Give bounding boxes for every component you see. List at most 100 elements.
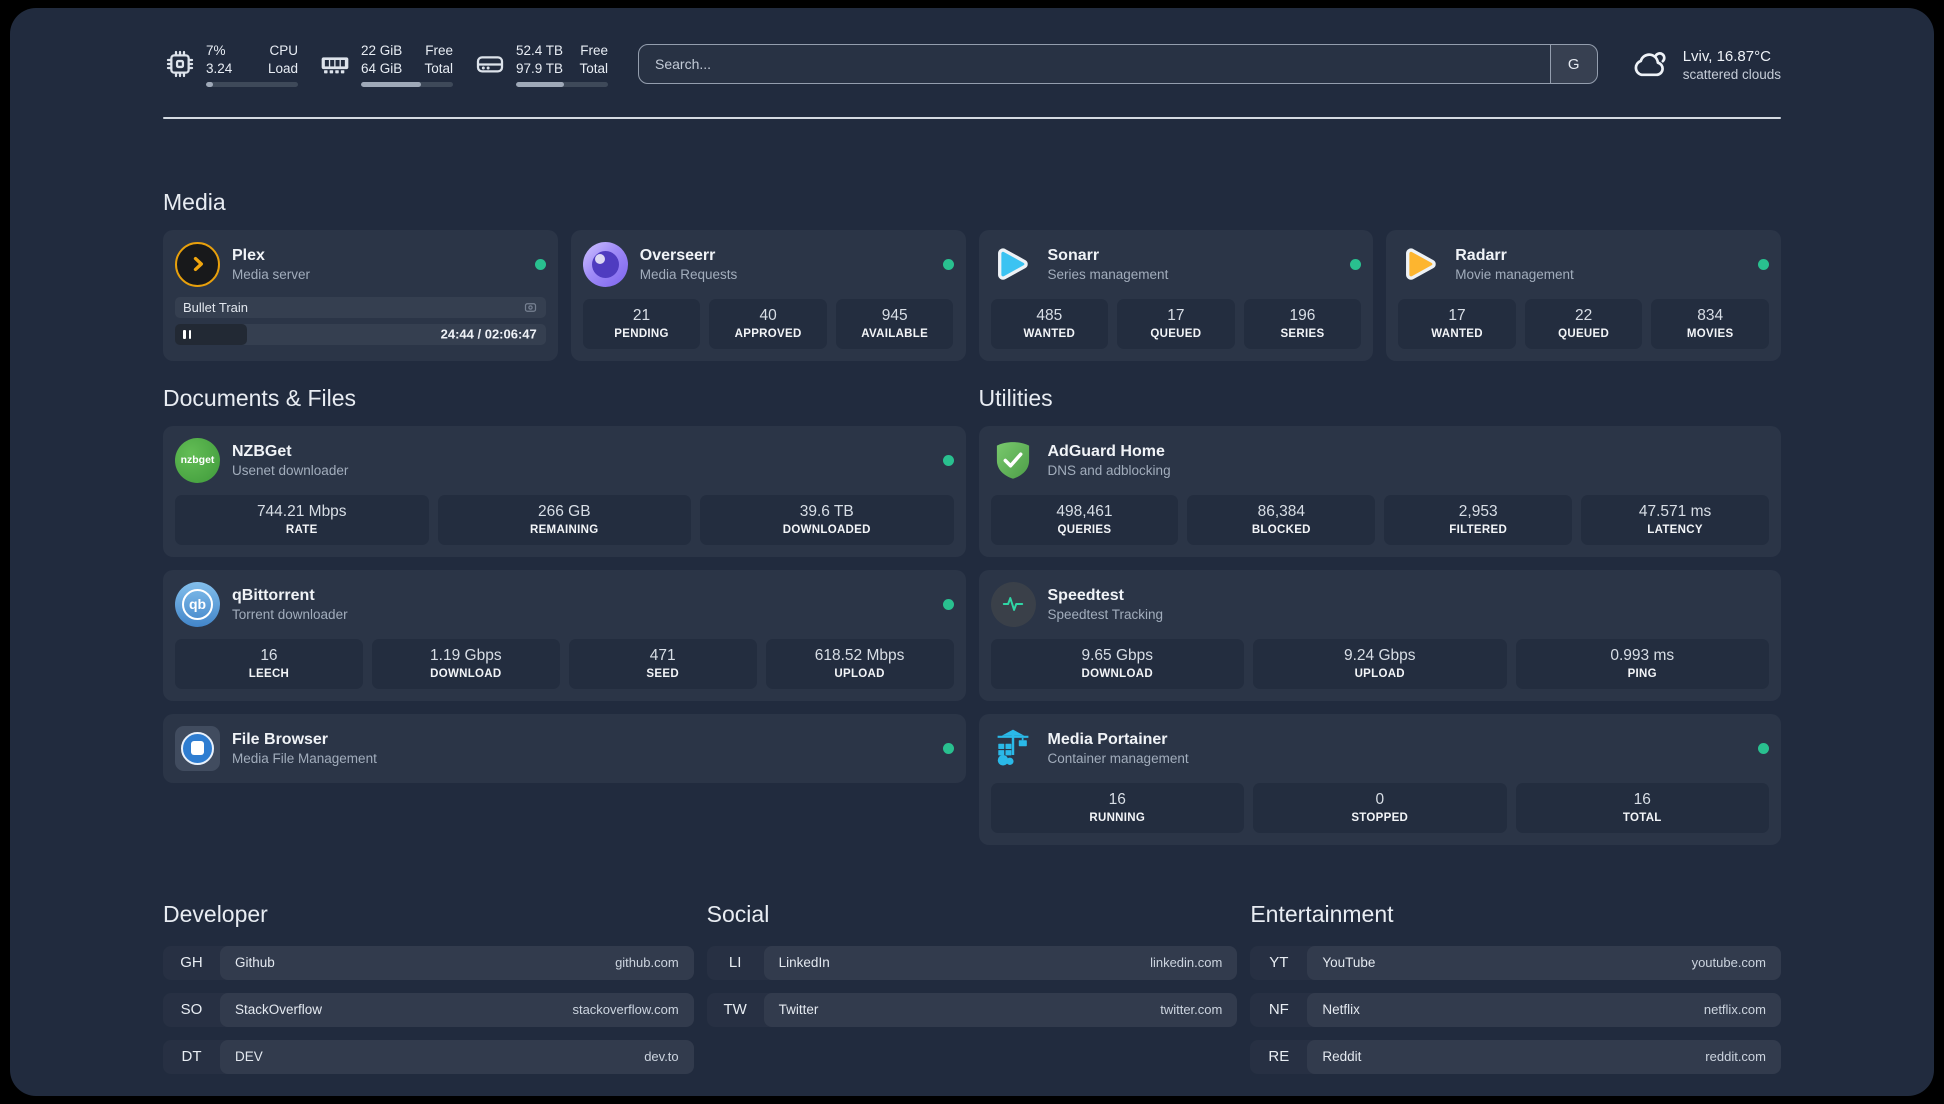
disk-progress-bar — [516, 82, 608, 87]
stat-label: DOWNLOAD — [430, 667, 502, 680]
stat-box: 86,384 BLOCKED — [1187, 494, 1376, 545]
stat-label: LATENCY — [1647, 523, 1703, 536]
qbittorrent-link[interactable]: qb qBittorrent Torrent downloader — [175, 581, 954, 627]
radarr-icon — [1398, 242, 1443, 287]
search-input[interactable] — [639, 45, 1550, 84]
stat-label: FILTERED — [1449, 523, 1508, 536]
card-plex: Plex Media server Bullet Train 24:44 / 0… — [163, 229, 558, 361]
stat-box: 2,953 FILTERED — [1384, 494, 1573, 545]
card-qbittorrent: qb qBittorrent Torrent downloader 16 LEEC… — [163, 569, 966, 701]
stat-value: 39.6 TB — [799, 502, 854, 520]
section-title-entertainment: Entertainment — [1250, 900, 1394, 927]
disk-icon — [473, 47, 507, 81]
stat-label: DOWNLOADED — [782, 523, 871, 536]
plex-link[interactable]: Plex Media server — [175, 241, 546, 287]
stat-value: 47.571 ms — [1638, 502, 1712, 520]
stat-value: 1.19 Gbps — [430, 646, 502, 664]
sonarr-link[interactable]: Sonarr Series management — [991, 242, 1362, 287]
stat-label: AVAILABLE — [861, 327, 929, 340]
bookmark-group-developer: Developer GH Github github.com SO StackOv… — [163, 901, 694, 1074]
stat-box: 17 WANTED — [1398, 298, 1516, 349]
speedtest-link[interactable]: Speedtest Speedtest Tracking — [990, 581, 1770, 627]
status-dot — [942, 598, 954, 610]
cpu-load-value: 3.24 — [206, 60, 233, 76]
memory-icon — [318, 47, 352, 81]
card-adguard: AdGuard Home DNS and adblocking 498,461 Q… — [978, 425, 1781, 557]
portainer-icon — [991, 726, 1036, 771]
system-stats: 7% CPU 3.24 Load 22 GiB Free 64 GiB Tota… — [163, 42, 608, 87]
adguard-link[interactable]: AdGuard Home DNS and adblocking — [991, 438, 1770, 483]
status-dot — [1350, 258, 1362, 270]
stat-value: 9.65 Gbps — [1081, 646, 1154, 664]
media-grid: Plex Media server Bullet Train 24:44 / 0… — [163, 229, 1781, 361]
service-subtitle: Movie management — [1455, 266, 1574, 282]
stat-box: 40 APPROVED — [709, 298, 827, 349]
filebrowser-link[interactable]: File Browser Media File Management — [175, 725, 954, 771]
stat-box: 16 TOTAL — [1515, 782, 1769, 833]
stat-box: 498,461 QUERIES — [990, 494, 1179, 545]
now-playing-row: Bullet Train — [175, 296, 546, 318]
service-subtitle: DNS and adblocking — [1047, 462, 1171, 478]
stat-value: 22 — [1574, 306, 1593, 324]
stat-value: 834 — [1697, 306, 1724, 324]
bookmark-netflix[interactable]: NF Netflix netflix.com — [1250, 992, 1781, 1027]
bookmark-url: twitter.com — [1160, 1002, 1223, 1018]
stat-value: 0 — [1375, 790, 1385, 808]
bookmark-url: github.com — [615, 955, 679, 971]
status-dot — [942, 258, 954, 270]
bookmark-group-entertainment: Entertainment YT YouTube youtube.com NF N… — [1250, 901, 1781, 1074]
stat-label: WANTED — [1023, 327, 1076, 340]
disk-stat-widget: 52.4 TB Free 97.9 TB Total — [473, 42, 608, 87]
service-subtitle: Torrent downloader — [232, 606, 348, 622]
bookmark-reddit[interactable]: RE Reddit reddit.com — [1250, 1039, 1781, 1074]
bookmark-stackoverflow[interactable]: SO StackOverflow stackoverflow.com — [163, 992, 694, 1027]
stat-value: 266 GB — [537, 502, 591, 520]
stat-label: STOPPED — [1351, 811, 1409, 824]
now-playing-title: Bullet Train — [183, 299, 249, 315]
nzbget-link[interactable]: nzbget NZBGet Usenet downloader — [175, 437, 954, 483]
bookmark-abbr: GH — [180, 954, 203, 972]
service-subtitle: Speedtest Tracking — [1047, 606, 1164, 622]
card-sonarr: Sonarr Series management 485 WANTED 17 QUE… — [978, 229, 1374, 361]
disk-total-value: 97.9 TB — [516, 60, 564, 76]
service-subtitle: Usenet downloader — [232, 462, 349, 478]
bookmark-youtube[interactable]: YT YouTube youtube.com — [1250, 945, 1781, 980]
radarr-link[interactable]: Radarr Movie management — [1398, 242, 1769, 287]
service-subtitle: Media server — [232, 266, 311, 282]
bookmark-twitter[interactable]: TW Twitter twitter.com — [707, 992, 1238, 1027]
bookmark-dev[interactable]: DT DEV dev.to — [163, 1039, 694, 1074]
playback-progress-bar: 24:44 / 02:06:47 — [175, 323, 546, 345]
stat-value: 2,953 — [1458, 502, 1498, 520]
status-dot — [1758, 742, 1769, 754]
qbittorrent-icon: qb — [175, 581, 220, 627]
card-nzbget: nzbget NZBGet Usenet downloader 744.21 M… — [163, 425, 966, 557]
stat-value: 16 — [1108, 790, 1126, 808]
stat-label: QUERIES — [1057, 523, 1112, 536]
stat-label: REMAINING — [529, 523, 599, 536]
stat-label: APPROVED — [734, 327, 802, 340]
stat-value: 485 — [1036, 306, 1063, 324]
stat-value: 9.24 Gbps — [1343, 646, 1416, 664]
overseerr-icon — [582, 241, 628, 287]
cpu-stat-widget: 7% CPU 3.24 Load — [163, 42, 298, 87]
bookmark-linkedin[interactable]: LI LinkedIn linkedin.com — [707, 945, 1238, 980]
service-title: NZBGet — [232, 442, 292, 460]
portainer-link[interactable]: Media Portainer Container management — [991, 726, 1769, 771]
stat-box: 39.6 TB DOWNLOADED — [700, 494, 954, 545]
documents-column: Documents & Files nzbget NZBGet Usenet d… — [163, 385, 966, 845]
stat-value: 40 — [759, 306, 777, 324]
search-engine-button[interactable]: G — [1549, 45, 1597, 84]
stat-box: 266 GB REMAINING — [437, 494, 691, 545]
service-subtitle: Series management — [1047, 266, 1169, 282]
bookmark-abbr: DT — [181, 1048, 202, 1066]
stat-label: LEECH — [248, 667, 290, 680]
overseerr-link[interactable]: Overseerr Media Requests — [582, 241, 954, 287]
bookmark-abbr: YT — [1269, 954, 1289, 972]
pause-button[interactable] — [175, 323, 248, 345]
bookmark-url: youtube.com — [1691, 955, 1766, 971]
speedtest-icon — [990, 581, 1036, 627]
bookmark-github[interactable]: GH Github github.com — [163, 945, 694, 980]
adguard-icon — [991, 438, 1036, 483]
cpu-load-label: Load — [267, 60, 298, 76]
status-dot — [534, 258, 546, 270]
